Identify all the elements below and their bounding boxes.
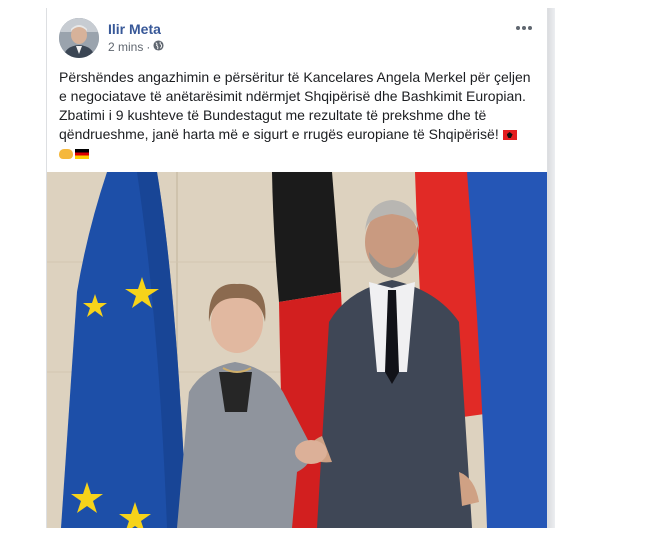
author-name[interactable]: Ilir Meta bbox=[108, 21, 161, 37]
post-photo[interactable] bbox=[47, 172, 547, 528]
post-text: Përshëndes angazhimin e përsëritur të Ka… bbox=[59, 68, 535, 163]
germany-flag-icon bbox=[75, 149, 89, 159]
post-header: Ilir Meta 2 mins · bbox=[59, 18, 535, 60]
post-meta: 2 mins · bbox=[108, 40, 164, 54]
post-text-paragraph-1: Përshëndes angazhimin e përsëritur të Ka… bbox=[59, 69, 531, 104]
post-emoji-row bbox=[59, 144, 535, 163]
facebook-post: Ilir Meta 2 mins · Përshëndes angazhimin… bbox=[46, 8, 548, 528]
albania-flag-icon bbox=[502, 130, 517, 140]
meta-separator: · bbox=[146, 40, 151, 54]
more-options-icon[interactable] bbox=[513, 20, 535, 36]
handshake-icon bbox=[59, 149, 73, 159]
globe-icon[interactable] bbox=[153, 40, 164, 54]
post-text-paragraph-2-content: Zbatimi i 9 kushteve të Bundestagut me r… bbox=[59, 107, 499, 142]
author-avatar[interactable] bbox=[59, 18, 99, 58]
post-text-paragraph-2: Zbatimi i 9 kushteve të Bundestagut me r… bbox=[59, 106, 535, 144]
page-edge-shadow bbox=[547, 8, 555, 528]
post-timestamp[interactable]: 2 mins bbox=[108, 40, 143, 54]
